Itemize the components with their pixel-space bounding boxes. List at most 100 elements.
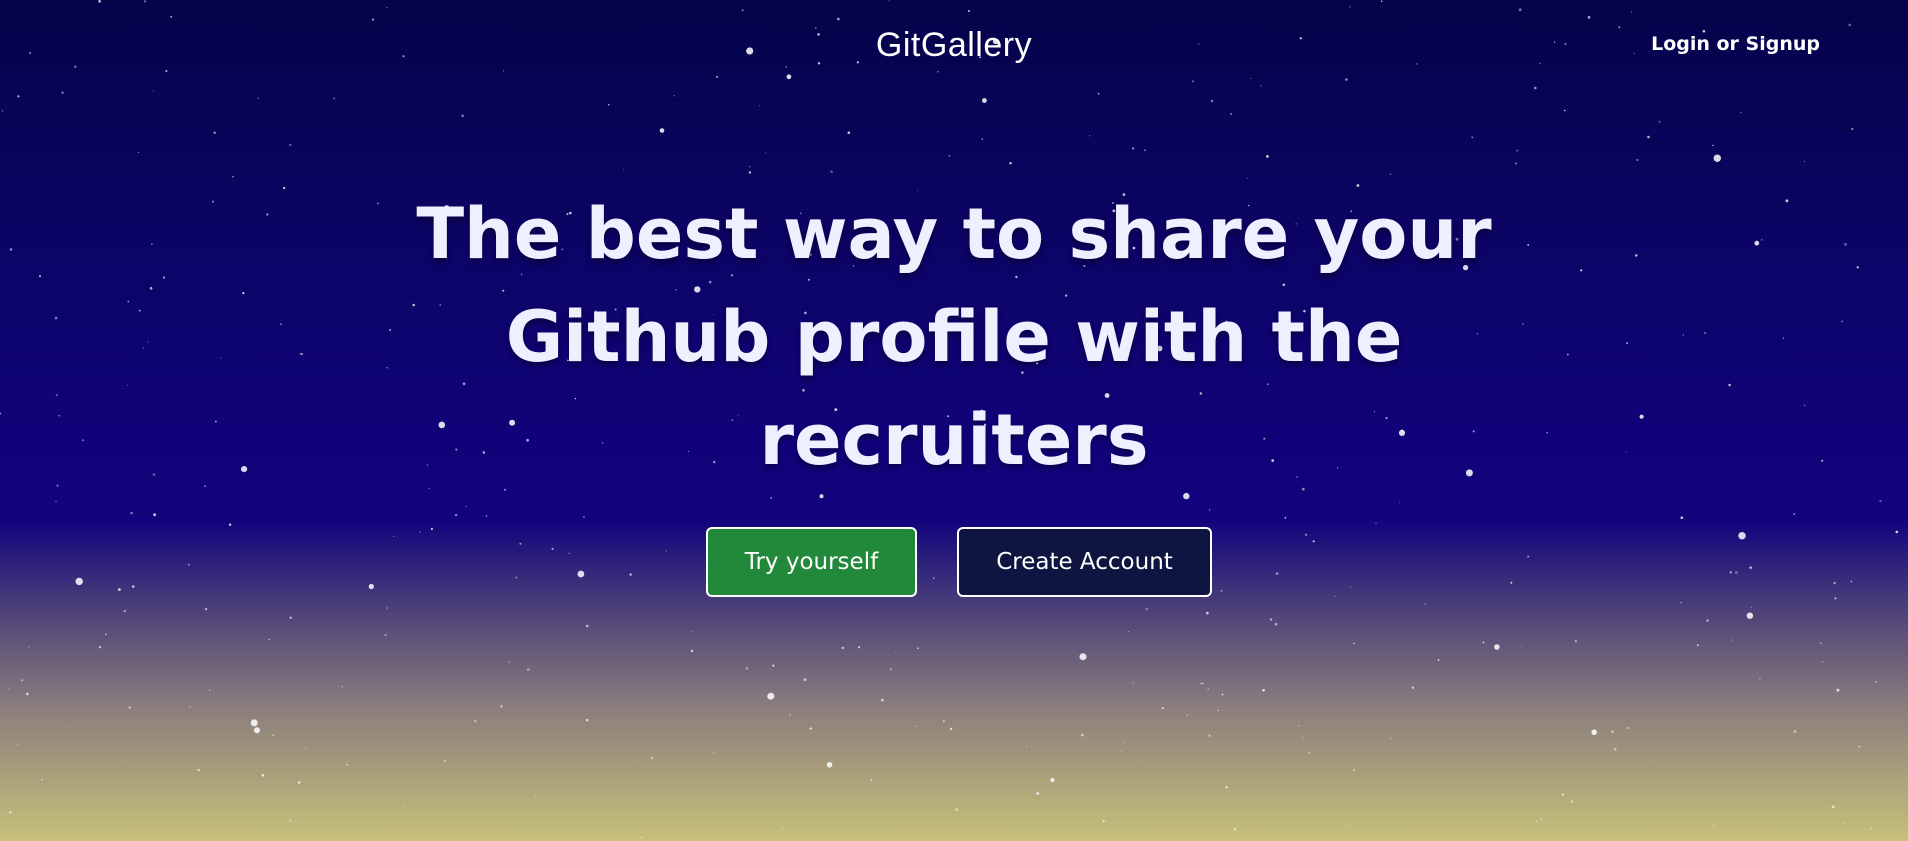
- star: [454, 513, 458, 517]
- star: [623, 169, 625, 171]
- star: [551, 547, 554, 551]
- star: [1831, 805, 1835, 809]
- star: [789, 714, 791, 716]
- star: [1535, 820, 1538, 823]
- star: [1561, 793, 1565, 796]
- try-yourself-button[interactable]: Try yourself: [706, 527, 917, 597]
- gitgallery-logo[interactable]: GitGallery: [0, 26, 1908, 65]
- star: [1186, 714, 1188, 716]
- star: [98, 0, 101, 3]
- star: [1304, 533, 1308, 536]
- star: [629, 573, 632, 576]
- star: [17, 95, 20, 98]
- star: [841, 646, 845, 650]
- star: [1611, 730, 1614, 733]
- star: [1145, 607, 1149, 611]
- star: [41, 778, 43, 781]
- star: [1208, 734, 1211, 737]
- star: [1734, 571, 1738, 574]
- star: [1850, 580, 1853, 583]
- star: [1749, 566, 1752, 569]
- star: [1520, 646, 1522, 648]
- star: [1587, 15, 1591, 19]
- star: [1785, 199, 1789, 203]
- star: [949, 727, 953, 731]
- star: [1793, 730, 1797, 733]
- star: [430, 527, 433, 531]
- star: [1207, 688, 1209, 690]
- star: [1614, 748, 1617, 751]
- star: [153, 513, 157, 517]
- star: [1262, 688, 1265, 692]
- star: [1636, 158, 1639, 162]
- star: [770, 497, 773, 499]
- star: [1088, 135, 1091, 137]
- star: [785, 66, 787, 68]
- star: [232, 175, 235, 178]
- star: [1120, 750, 1122, 752]
- star: [9, 811, 12, 814]
- star: [691, 631, 693, 632]
- star: [204, 485, 207, 488]
- star: [1079, 653, 1087, 661]
- star: [1869, 827, 1872, 830]
- star: [1567, 353, 1569, 356]
- star: [651, 756, 653, 759]
- star: [268, 638, 271, 641]
- star: [138, 151, 139, 153]
- star: [297, 781, 301, 784]
- star: [1518, 8, 1522, 12]
- star: [152, 90, 154, 92]
- star: [1821, 661, 1824, 663]
- star: [152, 473, 156, 476]
- star: [535, 795, 537, 798]
- star: [213, 131, 216, 134]
- star: [1534, 86, 1537, 90]
- star: [585, 718, 589, 722]
- star: [1704, 332, 1706, 334]
- star: [665, 550, 667, 552]
- star: [1821, 459, 1824, 462]
- star: [461, 114, 464, 118]
- star: [1841, 320, 1844, 323]
- login-signup-link[interactable]: Login or Signup: [1651, 33, 1820, 55]
- star: [826, 762, 833, 768]
- star: [17, 744, 19, 746]
- star: [1482, 641, 1485, 644]
- star: [8, 688, 10, 690]
- star: [465, 505, 467, 507]
- star: [1731, 639, 1733, 641]
- star: [1298, 724, 1300, 727]
- headline-line-2: Github profile with the: [505, 296, 1403, 378]
- star: [1225, 786, 1228, 789]
- star: [1132, 682, 1134, 684]
- star: [716, 75, 719, 78]
- star: [299, 352, 302, 355]
- star: [228, 523, 232, 526]
- star: [577, 570, 585, 578]
- star: [1658, 120, 1661, 123]
- star: [26, 692, 29, 696]
- star: [55, 500, 57, 503]
- star: [1514, 162, 1517, 165]
- create-account-button[interactable]: Create Account: [957, 527, 1212, 597]
- star: [1353, 769, 1355, 772]
- star: [691, 649, 694, 653]
- star: [289, 819, 292, 822]
- star: [1246, 177, 1248, 179]
- star: [1375, 522, 1377, 525]
- star: [1844, 243, 1847, 246]
- star: [1809, 802, 1811, 804]
- star: [1200, 682, 1202, 685]
- star: [1574, 640, 1577, 643]
- star: [1220, 589, 1223, 592]
- star: [1390, 737, 1393, 739]
- star: [305, 747, 307, 749]
- star: [1284, 516, 1287, 519]
- star: [1210, 99, 1214, 103]
- star: [1233, 828, 1237, 831]
- star: [1527, 555, 1530, 558]
- star: [1680, 516, 1684, 519]
- star: [1746, 612, 1754, 619]
- star: [1540, 818, 1542, 821]
